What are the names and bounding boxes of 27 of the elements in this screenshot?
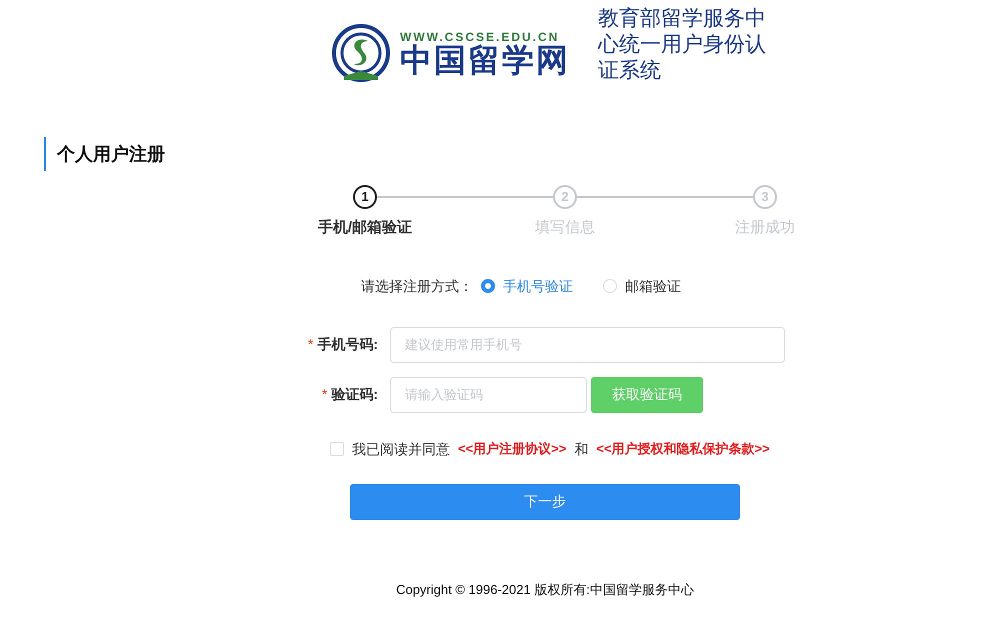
radio-label[interactable]: 手机号验证 bbox=[503, 276, 573, 296]
step-label: 手机/邮箱验证 bbox=[318, 218, 412, 238]
step-label: 注册成功 bbox=[735, 218, 795, 238]
next-step-button[interactable]: 下一步 bbox=[350, 484, 740, 520]
radio-label[interactable]: 邮箱验证 bbox=[625, 276, 681, 296]
radio-button[interactable] bbox=[481, 279, 495, 293]
system-title: 教育部留学服务中心统一用户身份认证系统 bbox=[598, 6, 767, 84]
required-mark: * bbox=[308, 336, 314, 352]
page-title: 个人用户注册 bbox=[44, 137, 982, 171]
step-number: 1 bbox=[353, 185, 377, 209]
logo-url-text: WWW.CSCSE.EDU.CN bbox=[400, 31, 560, 44]
phone-input[interactable]: 建议使用常用手机号 bbox=[390, 326, 785, 362]
agreement-text: 我已阅读并同意 bbox=[352, 440, 450, 458]
code-input[interactable]: 请输入验证码 bbox=[390, 376, 587, 412]
required-mark: * bbox=[322, 386, 328, 402]
agree-checkbox[interactable] bbox=[330, 442, 344, 456]
step-label: 填写信息 bbox=[535, 218, 595, 238]
field-label: 手机号码: bbox=[317, 336, 378, 352]
agreement-link[interactable]: <<用户注册协议>> bbox=[458, 439, 566, 459]
field-label: 验证码: bbox=[331, 386, 378, 402]
step-number: 2 bbox=[553, 185, 577, 209]
agreement-joiner: 和 bbox=[574, 440, 588, 458]
logo-wordmark: 中国留学网 bbox=[400, 43, 570, 79]
agreement-link[interactable]: <<用户授权和隐私保护条款>> bbox=[596, 439, 770, 459]
method-label: 请选择注册方式： bbox=[361, 276, 473, 296]
step-number: 3 bbox=[753, 185, 777, 209]
copyright-text: Copyright © 1996-2021 版权所有:中国留学服务中心 bbox=[395, 580, 695, 599]
